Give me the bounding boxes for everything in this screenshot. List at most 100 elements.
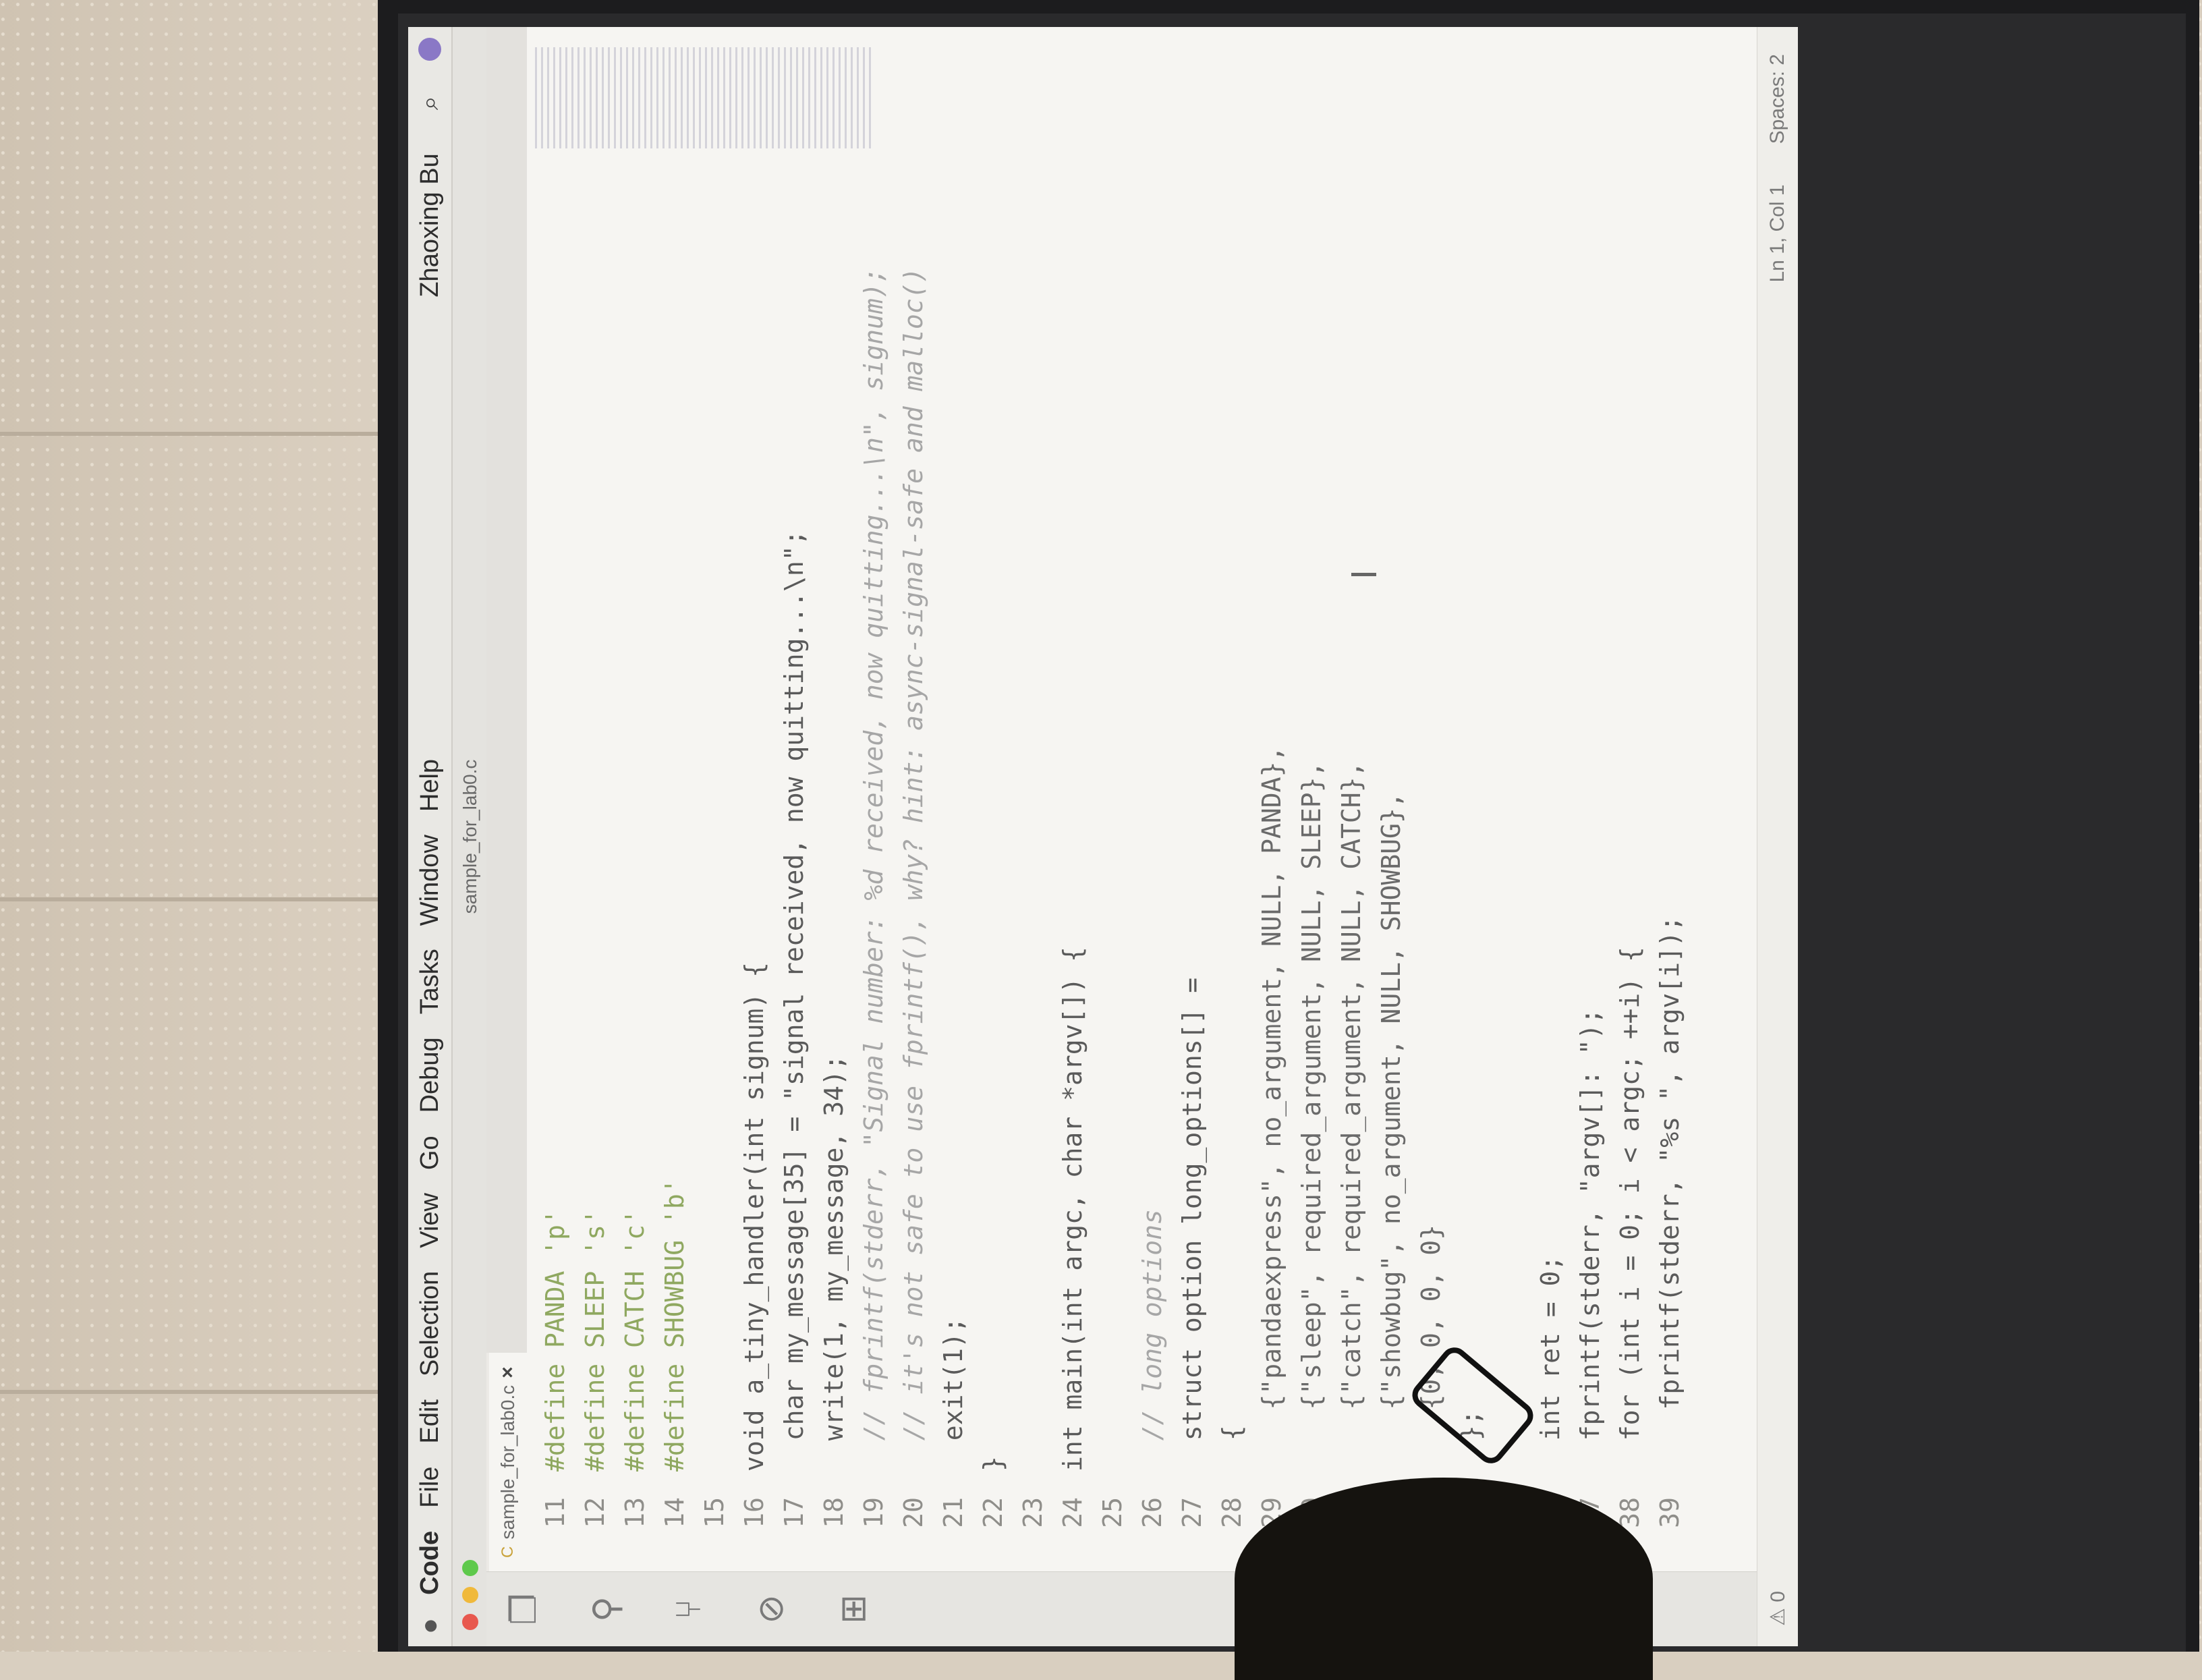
code-line[interactable]: 16 void a_tiny_handler(int signum) { — [734, 175, 774, 1571]
code-line[interactable]: 23 — [1013, 175, 1052, 1571]
line-number: 27 — [1177, 1497, 1207, 1528]
code-line[interactable]: 36 int ret = 0; — [1530, 175, 1570, 1571]
apple-icon[interactable]: ● — [415, 1618, 445, 1634]
line-text: // fprintf(stderr, "Signal number: %d re… — [858, 267, 888, 1472]
line-number: 11 — [540, 1497, 570, 1528]
line-number: 16 — [739, 1497, 769, 1528]
menu-selection[interactable]: Selection — [416, 1271, 445, 1376]
line-text: } — [978, 1456, 1008, 1472]
code-line[interactable]: 21 exit(1); — [933, 175, 973, 1571]
line-text: fprintf(stderr, "%s ", argv[i]); — [1654, 916, 1685, 1472]
audience-head — [1235, 1478, 1653, 1680]
line-text: #define SLEEP 's' — [580, 1209, 610, 1472]
menu-view[interactable]: View — [416, 1193, 445, 1248]
editor-area: C sample_for_lab0.c × 11 #define PANDA 'p… — [486, 27, 1757, 1571]
code-line[interactable]: 35 — [1490, 175, 1530, 1571]
close-tab-icon[interactable]: × — [497, 1366, 519, 1378]
code-line[interactable]: 17 char my_message[35] = "signal receive… — [774, 175, 814, 1571]
line-text: {"catch", required_argument, NULL, CATCH… — [1336, 761, 1366, 1472]
line-text: {"sleep", required_argument, NULL, SLEEP… — [1296, 761, 1326, 1472]
menu-debug[interactable]: Debug — [416, 1037, 445, 1113]
line-text: struct option long_options[] = — [1177, 977, 1207, 1472]
tab-label: sample_for_lab0.c — [497, 1384, 518, 1540]
line-text: char my_message[35] = "signal received, … — [779, 530, 809, 1472]
code-line[interactable]: 37 fprintf(stderr, "argv[]: "); — [1570, 175, 1610, 1571]
line-number: 39 — [1654, 1497, 1685, 1528]
menu-file[interactable]: File — [416, 1467, 445, 1508]
menu-help[interactable]: Help — [416, 759, 445, 812]
code-line[interactable]: 28 { — [1212, 175, 1251, 1571]
line-number: 21 — [938, 1497, 968, 1528]
window-titlebar: sample_for_lab0.c — [453, 27, 488, 1646]
search-icon[interactable]: ⚲ — [587, 1596, 626, 1622]
code-line[interactable]: 25 — [1092, 175, 1132, 1571]
line-text: {"showbug", no_argument, NULL, SHOWBUG}, — [1376, 792, 1406, 1472]
menu-tasks[interactable]: Tasks — [416, 949, 445, 1014]
code-editor[interactable]: 11 #define PANDA 'p' 12 #define SLEEP 's' 13… — [535, 175, 1757, 1571]
text-cursor-icon: I — [1344, 569, 1384, 580]
explorer-icon[interactable]: ❐ — [505, 1594, 544, 1625]
menu-app-name[interactable]: Code — [416, 1531, 445, 1595]
code-line[interactable]: 30 {"sleep", required_argument, NULL, SL… — [1291, 175, 1331, 1571]
line-text: exit(1); — [938, 1317, 968, 1472]
debug-icon[interactable]: ⊘ — [752, 1594, 791, 1624]
menu-user-name[interactable]: Zhaoxing Bu — [416, 153, 445, 297]
problems-count[interactable]: ⚠ 0 — [1766, 1591, 1790, 1646]
code-line[interactable]: 15 — [694, 175, 734, 1571]
extensions-icon[interactable]: ⊞ — [834, 1594, 873, 1624]
line-number: 17 — [779, 1497, 809, 1528]
spotlight-search-icon[interactable]: ⌕ — [416, 96, 445, 110]
siri-icon[interactable] — [418, 38, 441, 61]
line-number: 15 — [699, 1497, 729, 1528]
line-text: #define PANDA 'p' — [540, 1209, 570, 1472]
line-text: void a_tiny_handler(int signum) { — [739, 962, 769, 1472]
line-number: 22 — [978, 1497, 1008, 1528]
code-line[interactable]: 32 {"showbug", no_argument, NULL, SHOWBU… — [1371, 175, 1411, 1571]
line-number: 23 — [1017, 1497, 1048, 1528]
line-text: write(1, my_message, 34); — [818, 1055, 849, 1472]
code-line[interactable]: 24 int main(int argc, char *argv[]) { — [1052, 175, 1092, 1571]
menu-go[interactable]: Go — [416, 1136, 445, 1170]
line-text: #define CATCH 'c' — [619, 1209, 650, 1472]
minimap[interactable] — [535, 47, 872, 148]
code-line[interactable]: 14 #define SHOWBUG 'b' — [654, 175, 694, 1571]
line-number: 12 — [580, 1497, 610, 1528]
code-line[interactable]: 18 write(1, my_message, 34); — [814, 175, 853, 1571]
line-text: fprintf(stderr, "argv[]: "); — [1575, 1008, 1605, 1472]
line-text: int ret = 0; — [1535, 1255, 1565, 1472]
vscode-window: ● Code File Edit Selection View Go Debug… — [408, 27, 1798, 1646]
code-line[interactable]: 27 struct option long_options[] = — [1172, 175, 1212, 1571]
code-line[interactable]: 11 #define PANDA 'p' — [535, 175, 575, 1571]
tab-sample-for-lab0[interactable]: C sample_for_lab0.c × — [489, 1353, 527, 1571]
cursor-position[interactable]: Ln 1, Col 1 — [1766, 184, 1789, 282]
line-number: 25 — [1097, 1497, 1127, 1528]
c-file-icon: C — [499, 1546, 517, 1558]
menu-edit[interactable]: Edit — [416, 1399, 445, 1443]
line-text: // long options — [1137, 1209, 1167, 1472]
line-text: // it's not safe to use fprintf(), why? … — [898, 267, 928, 1472]
code-line[interactable]: 29 {"pandaexpress", no_argument, NULL, P… — [1251, 175, 1291, 1571]
code-line[interactable]: 26 // long options — [1132, 175, 1172, 1571]
code-line[interactable]: 22} — [973, 175, 1013, 1571]
code-line[interactable]: 39 fprintf(stderr, "%s ", argv[i]); — [1649, 175, 1689, 1571]
source-control-icon[interactable]: ⑂ — [669, 1598, 708, 1619]
line-text: {"pandaexpress", no_argument, NULL, PAND… — [1256, 746, 1287, 1472]
indentation[interactable]: Spaces: 2 — [1766, 54, 1789, 144]
tab-bar-empty — [486, 27, 527, 1353]
line-text: #define SHOWBUG 'b' — [659, 1178, 689, 1472]
line-number: 14 — [659, 1497, 689, 1528]
line-number: 20 — [898, 1497, 928, 1528]
menu-window[interactable]: Window — [416, 835, 445, 926]
code-line[interactable]: 38 for (int i = 0; i < argc; ++i) { — [1610, 175, 1649, 1571]
code-line[interactable]: 13 #define CATCH 'c' — [615, 175, 654, 1571]
code-line[interactable]: 20 // it's not safe to use fprintf(), wh… — [893, 175, 933, 1571]
line-number: 13 — [619, 1497, 650, 1528]
line-text: for (int i = 0; i < argc; ++i) { — [1614, 947, 1645, 1472]
code-line[interactable]: 31 {"catch", required_argument, NULL, CA… — [1331, 175, 1371, 1571]
code-line[interactable]: 12 #define SLEEP 's' — [575, 175, 615, 1571]
workbench: ❐ ⚲ ⑂ ⊘ ⊞ C sample_for_lab0.c × 11 #defin… — [486, 27, 1757, 1646]
window-title: sample_for_lab0.c — [459, 759, 480, 914]
status-bar: ⚠ 0 Ln 1, Col 1 Spaces: 2 — [1757, 27, 1798, 1646]
code-line[interactable]: 19 // fprintf(stderr, "Signal number: %d… — [853, 175, 893, 1571]
menubar: ● Code File Edit Selection View Go Debug… — [408, 27, 453, 1646]
